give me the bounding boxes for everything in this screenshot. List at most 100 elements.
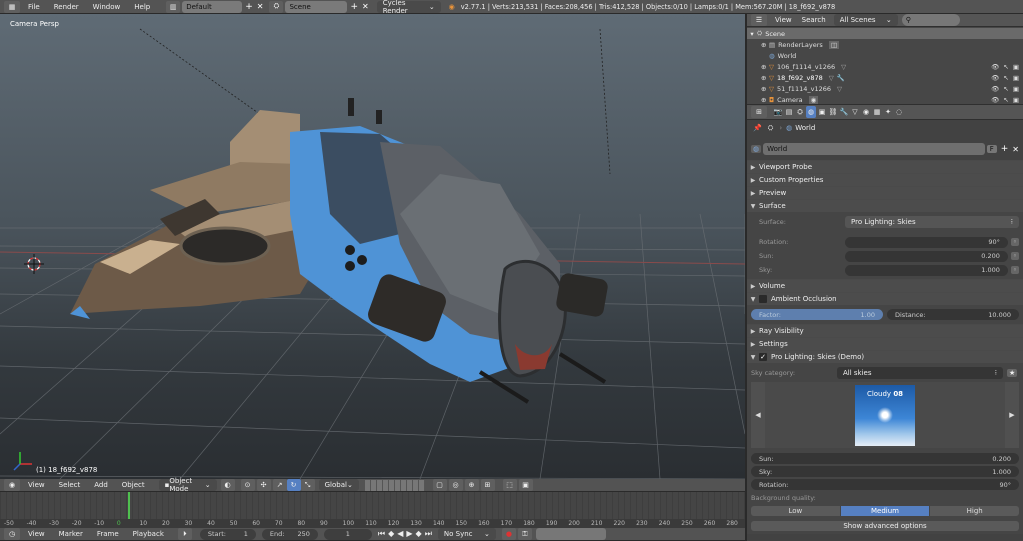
timeline[interactable]: -50 -40 -30 -20 -10 0 10 20 30 40 50 60 70 80 90 100 110…	[0, 492, 745, 528]
pl-sky-field[interactable]: Sky: 1.000	[751, 466, 1019, 477]
outliner-row-scene[interactable]: ▾ ⛭ Scene	[747, 28, 1023, 39]
outliner-menu-search[interactable]: Search	[802, 16, 826, 24]
outliner-row-world[interactable]: ◍ World	[747, 50, 1023, 61]
expand-icon[interactable]: ⊕	[761, 41, 769, 49]
panel-preview[interactable]: ▶ Preview	[747, 186, 1023, 199]
panel-ambient-occlusion[interactable]: ▼ Ambient Occlusion	[747, 292, 1023, 305]
manipulator-icon[interactable]: ✣	[256, 479, 271, 491]
sky-field[interactable]: 1.000	[845, 264, 1008, 276]
pro-lighting-checkbox[interactable]: ✓	[759, 353, 767, 361]
particles-tab-icon[interactable]: ✦	[883, 106, 893, 118]
pl-rotation-field[interactable]: Rotation: 90°	[751, 479, 1019, 490]
outliner-row-renderlayers[interactable]: ⊕ ▤ RenderLayers ◫	[747, 39, 1023, 50]
expand-icon[interactable]: ⊕	[761, 74, 769, 82]
expand-icon[interactable]: ⊕	[761, 63, 769, 71]
jump-end-icon[interactable]: ⏭	[425, 529, 432, 539]
cursor-icon[interactable]: ↖	[1003, 85, 1008, 93]
outliner-menu-view[interactable]: View	[775, 16, 792, 24]
mode-select[interactable]: ▪ Object Mode ⌄	[158, 477, 217, 493]
outliner-filter-select[interactable]: All Scenes ⌄	[833, 14, 898, 26]
shading-icon[interactable]: ◐	[220, 479, 235, 491]
socket-button[interactable]: ◦	[1010, 252, 1019, 260]
editor-type-icon[interactable]: ◷	[4, 528, 20, 540]
sun-field[interactable]: 0.200	[845, 250, 1008, 262]
material-tab-icon[interactable]: ◉	[861, 106, 871, 118]
render-engine-select[interactable]: Cycles Render ⌄	[376, 0, 441, 15]
outliner-row-object-1[interactable]: ⊕ ▽ 106_f1114_v1266 ▽ 👁 ↖ ▣	[747, 61, 1023, 72]
scale-icon[interactable]: ⤡	[300, 479, 315, 491]
sync-select[interactable]: No Sync ⌄	[437, 528, 496, 540]
object-tab-icon[interactable]: ▣	[817, 106, 827, 118]
start-frame-field[interactable]: Start: 1	[199, 528, 256, 540]
remove-layout-icon[interactable]: ✕	[257, 2, 264, 11]
show-advanced-button[interactable]: Show advanced options	[751, 521, 1019, 531]
render-icon[interactable]: ▣	[1013, 63, 1019, 71]
current-frame-field[interactable]: 1	[323, 528, 372, 540]
play-icon[interactable]: ▶	[406, 529, 412, 539]
constraints-tab-icon[interactable]: ⛓	[828, 106, 838, 118]
add-layout-icon[interactable]: +	[245, 2, 253, 12]
eye-icon[interactable]: 👁	[991, 85, 999, 93]
ao-checkbox[interactable]	[759, 295, 767, 303]
jump-start-icon[interactable]: ⏮	[378, 529, 385, 539]
viewport-3d[interactable]: Camera Persp (1) 18_f692_v878	[0, 14, 745, 479]
panel-settings[interactable]: ▶ Settings	[747, 337, 1023, 350]
end-frame-field[interactable]: End: 250	[261, 528, 318, 540]
add-scene-icon[interactable]: +	[350, 2, 358, 12]
panel-volume[interactable]: ▶ Volume	[747, 279, 1023, 292]
remove-scene-icon[interactable]: ✕	[362, 2, 369, 11]
pin-icon[interactable]: 📌	[753, 124, 762, 132]
ao-factor-field[interactable]: Factor: 1.00	[751, 309, 883, 320]
menu-object[interactable]: Object	[122, 481, 145, 489]
expand-icon[interactable]: ⊕	[761, 85, 769, 93]
menu-file[interactable]: File	[28, 3, 40, 11]
row-toggles[interactable]: 👁 ↖ ▣	[991, 85, 1019, 93]
sky-category-select[interactable]: All skies ⁝	[837, 366, 1003, 379]
snap-target-icon[interactable]: ⊞	[480, 479, 495, 491]
scene-icon[interactable]: ⛭	[269, 0, 284, 13]
row-toggles[interactable]: 👁 ↖ ▣	[991, 96, 1019, 104]
modifiers-tab-icon[interactable]: 🔧	[839, 106, 849, 118]
physics-tab-icon[interactable]: ◌	[894, 106, 904, 118]
layout-icon[interactable]: ▥	[166, 0, 181, 13]
cursor-icon[interactable]: ↖	[1003, 96, 1008, 104]
panel-viewport-probe[interactable]: ▶ Viewport Probe	[747, 160, 1023, 173]
rotation-field[interactable]: 90°	[845, 236, 1008, 248]
snap-icon[interactable]: ⊕	[464, 479, 479, 491]
menu-window[interactable]: Window	[93, 3, 121, 11]
record-icon[interactable]: ●	[501, 528, 516, 540]
preview-range-icon[interactable]: ⏵	[177, 528, 192, 540]
renderlayers-tab-icon[interactable]: ▤	[784, 106, 794, 118]
ao-distance-field[interactable]: Distance: 10.000	[887, 309, 1019, 320]
row-toggles[interactable]: 👁 ↖ ▣	[991, 74, 1019, 82]
scene-field[interactable]: Scene	[285, 0, 348, 13]
pl-sun-field[interactable]: Sun: 0.200	[751, 453, 1019, 464]
cursor-icon[interactable]: ↖	[1003, 74, 1008, 82]
panel-custom-properties[interactable]: ▶ Custom Properties	[747, 173, 1023, 186]
quality-low-button[interactable]: Low	[751, 506, 840, 516]
texture-tab-icon[interactable]: ▦	[872, 106, 882, 118]
socket-button[interactable]: ◦	[1010, 238, 1019, 246]
render-icon[interactable]: ▣	[1013, 74, 1019, 82]
layer-buttons[interactable]	[364, 479, 425, 491]
menu-view[interactable]: View	[28, 481, 45, 489]
panel-ray-visibility[interactable]: ▶ Ray Visibility	[747, 324, 1023, 337]
fake-user-button[interactable]: F	[986, 145, 997, 153]
add-world-icon[interactable]: +	[1001, 144, 1009, 154]
menu-view[interactable]: View	[28, 530, 45, 538]
data-tab-icon[interactable]: ▽	[850, 106, 860, 118]
quality-medium-button[interactable]: Medium	[840, 506, 930, 516]
render-icon[interactable]: ▣	[1013, 85, 1019, 93]
sky-thumbnail[interactable]: Cloudy 08	[855, 384, 915, 446]
orientation-select[interactable]: Global ⌄	[318, 479, 359, 491]
next-keyframe-icon[interactable]: ◆	[416, 529, 422, 539]
eye-icon[interactable]: 👁	[991, 63, 999, 71]
panel-surface[interactable]: ▼ Surface	[747, 199, 1023, 212]
render-preview-icon[interactable]: ⬚	[502, 479, 517, 491]
expand-icon[interactable]: ▾	[747, 30, 757, 38]
menu-frame[interactable]: Frame	[97, 530, 119, 538]
cursor-icon[interactable]: ↖	[1003, 63, 1008, 71]
surface-node-select[interactable]: Pro Lighting: Skies ⁝	[845, 216, 1019, 228]
lock-icon[interactable]: ▢	[432, 479, 447, 491]
menu-select[interactable]: Select	[59, 481, 81, 489]
